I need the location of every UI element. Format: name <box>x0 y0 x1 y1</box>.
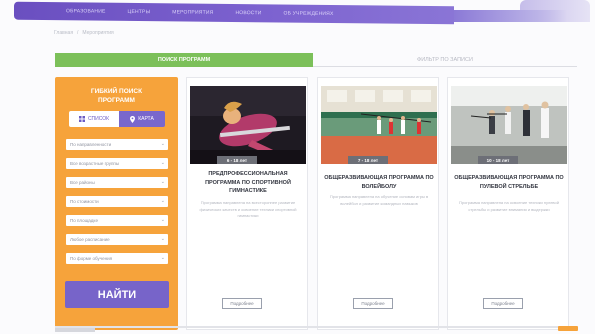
card-image <box>190 86 306 164</box>
view-mode-toggle: СПИСОК КАРТА <box>69 111 165 127</box>
map-view-button[interactable]: КАРТА <box>119 111 165 127</box>
page: ОБРАЗОВАНИЕ ЦЕНТРЫ МЕРОПРИЯТИЯ НОВОСТИ О… <box>0 0 595 334</box>
map-pin-icon <box>130 115 136 123</box>
chevron-down-icon: ⌄ <box>160 217 165 223</box>
select-value: По форме обучения <box>70 256 113 261</box>
nav-item-events[interactable]: МЕРОПРИЯТИЯ <box>172 9 213 15</box>
search-title-line2: ПРОГРАММ <box>98 97 135 104</box>
footer-divider <box>55 326 577 328</box>
age-badge: 10 - 18 лет <box>478 156 518 164</box>
chevron-down-icon: ⌄ <box>160 160 165 166</box>
details-button[interactable]: Подробнее <box>483 298 523 309</box>
card-description: Программа направлена на освоение техники… <box>459 200 559 212</box>
card-description: Программа направлена на всестороннее раз… <box>199 200 297 218</box>
program-card[interactable]: 7 - 18 лет ОБЩЕРАЗВИВАЮЩАЯ ПРОГРАММА ПО … <box>317 77 439 330</box>
footer-accent <box>558 326 578 331</box>
card-image <box>451 86 567 164</box>
details-button[interactable]: Подробнее <box>222 298 262 309</box>
details-button[interactable]: Подробнее <box>353 298 393 309</box>
chevron-down-icon: ⌄ <box>160 255 165 261</box>
nav-item-news[interactable]: НОВОСТИ <box>235 10 261 16</box>
top-navigation: ОБРАЗОВАНИЕ ЦЕНТРЫ МЕРОПРИЯТИЯ НОВОСТИ О… <box>14 1 454 25</box>
select-value: Все районы <box>70 180 95 185</box>
find-button[interactable]: НАЙТИ <box>65 281 169 308</box>
gymnast-photo <box>190 86 306 164</box>
program-card[interactable]: 6 - 18 лет ПРЕДПРОФЕССИОНАЛЬНАЯ ПРОГРАММ… <box>186 77 308 330</box>
select-value: По площадке <box>70 218 98 223</box>
card-title[interactable]: ОБЩЕРАЗВИВАЮЩАЯ ПРОГРАММА ПО ПУЛЕВОЙ СТР… <box>454 174 564 191</box>
filter-venue-select[interactable]: По площадке ⌄ <box>66 215 168 226</box>
filter-format-select[interactable]: По форме обучения ⌄ <box>66 253 168 264</box>
filter-price-select[interactable]: По стоимости ⌄ <box>66 196 168 207</box>
program-card[interactable]: 10 - 18 лет ОБЩЕРАЗВИВАЮЩАЯ ПРОГРАММА ПО… <box>447 77 569 330</box>
filter-direction-select[interactable]: По направленности ⌄ <box>66 139 168 150</box>
filter-age-select[interactable]: Все возрастные группы ⌄ <box>66 158 168 169</box>
card-image <box>321 86 437 164</box>
breadcrumb-separator: / <box>77 30 79 36</box>
search-title-line1: ГИБКИЙ ПОИСК <box>90 88 143 95</box>
grid-icon <box>78 116 85 122</box>
search-panel: ГИБКИЙ ПОИСК ПРОГРАММ СПИСОК КАРТА По на… <box>55 77 178 330</box>
shooting-range-photo <box>451 86 567 164</box>
nav-item-about[interactable]: ОБ УЧРЕЖДЕНИЯХ <box>284 11 334 18</box>
search-title: ГИБКИЙ ПОИСК ПРОГРАММ <box>55 87 178 105</box>
filter-district-select[interactable]: Все районы ⌄ <box>66 177 168 188</box>
tab-enrollment-filter[interactable]: ФИЛЬТР ПО ЗАПИСИ <box>313 53 577 67</box>
chevron-down-icon: ⌄ <box>160 198 165 204</box>
card-title[interactable]: ПРЕДПРОФЕССИОНАЛЬНАЯ ПРОГРАММА ПО СПОРТИ… <box>193 170 303 196</box>
footer-block <box>55 328 95 332</box>
header-shape <box>452 10 567 22</box>
volleyball-photo <box>321 86 437 164</box>
list-view-button[interactable]: СПИСОК <box>69 111 119 127</box>
filter-list: По направленности ⌄ Все возрастные групп… <box>66 139 168 264</box>
age-badge: 6 - 18 лет <box>217 156 257 164</box>
chevron-down-icon: ⌄ <box>160 179 165 185</box>
map-view-label: КАРТА <box>138 116 154 122</box>
breadcrumb-current: Мероприятия <box>82 30 114 36</box>
age-badge: 7 - 18 лет <box>348 156 388 164</box>
card-title[interactable]: ОБЩЕРАЗВИВАЮЩАЯ ПРОГРАММА ПО ВОЛЕЙБОЛУ <box>324 174 434 191</box>
select-value: Любое расписание <box>70 237 110 242</box>
list-view-label: СПИСОК <box>87 116 110 122</box>
nav-item-centers[interactable]: ЦЕНТРЫ <box>128 9 151 15</box>
select-value: Все возрастные группы <box>70 161 120 166</box>
breadcrumb-home[interactable]: Главная <box>54 30 73 36</box>
select-value: По стоимости <box>70 199 99 204</box>
tab-program-search[interactable]: ПОИСК ПРОГРАММ <box>55 53 313 67</box>
breadcrumb: Главная / Мероприятия <box>54 30 114 36</box>
chevron-down-icon: ⌄ <box>160 141 165 147</box>
select-value: По направленности <box>70 142 112 147</box>
tab-bar: ПОИСК ПРОГРАММ ФИЛЬТР ПО ЗАПИСИ <box>55 53 577 67</box>
card-description: Программа направлена на обучение основам… <box>329 194 429 206</box>
chevron-down-icon: ⌄ <box>160 236 165 242</box>
filter-schedule-select[interactable]: Любое расписание ⌄ <box>66 234 168 245</box>
nav-item-education[interactable]: ОБРАЗОВАНИЕ <box>66 8 106 14</box>
